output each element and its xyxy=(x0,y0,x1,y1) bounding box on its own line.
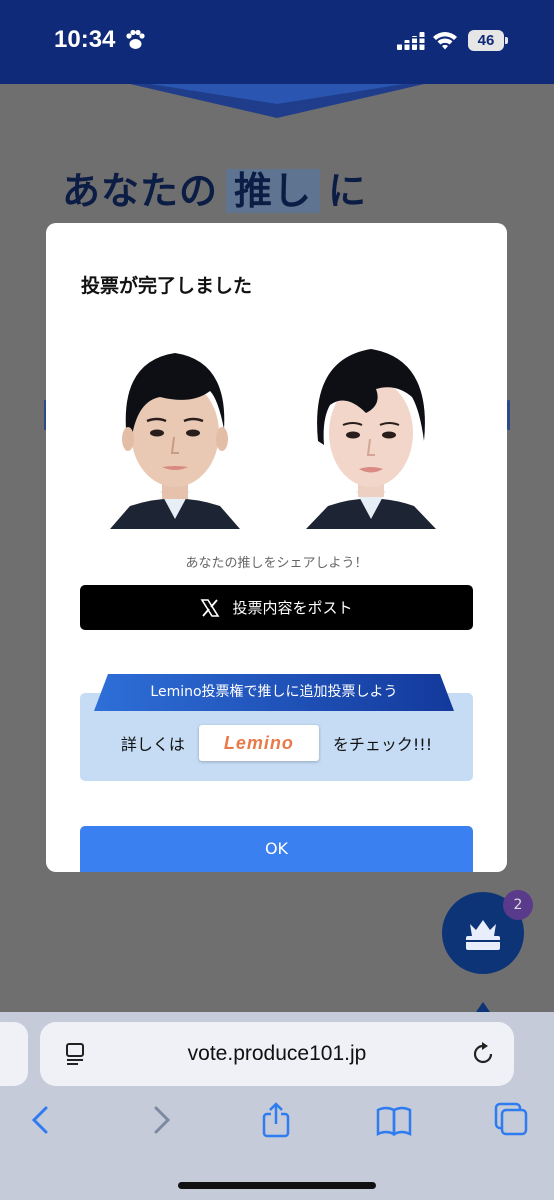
home-indicator xyxy=(178,1182,376,1189)
share-icon[interactable] xyxy=(256,1100,296,1140)
page-heading: あなたの 推しに xyxy=(62,160,367,215)
bookmarks-icon[interactable] xyxy=(374,1100,414,1140)
page-heading-highlight: 推し xyxy=(226,169,321,213)
modal-title: 投票が完了しました xyxy=(81,275,253,297)
tabs-icon[interactable] xyxy=(492,1100,532,1140)
page-heading-part1: あなたの xyxy=(62,169,219,213)
fab-badge: 2 xyxy=(503,890,533,920)
url-text: vote.produce101.jp xyxy=(187,1042,367,1065)
vote-complete-modal: 投票が完了しました あなたの推しをシェアしよう！ 投票内容をポスト Lemino… xyxy=(46,223,507,872)
lemino-suffix: をチェック!!! xyxy=(332,735,433,754)
lemino-logo-link[interactable]: Lemino xyxy=(198,725,319,761)
crown-box-icon xyxy=(466,920,500,950)
page-heading-part2: に xyxy=(328,169,368,213)
header-chevron xyxy=(130,84,424,118)
x-logo-icon xyxy=(201,598,220,617)
back-icon[interactable] xyxy=(22,1100,62,1140)
browser-toolbar xyxy=(0,1100,554,1144)
trainee-photo-2 xyxy=(296,341,446,529)
status-bar: 10:34 46 xyxy=(0,0,554,84)
browser-chrome: vote.produce101.jp xyxy=(0,1012,554,1200)
post-to-x-button[interactable]: 投票内容をポスト xyxy=(80,585,473,630)
ok-button[interactable]: OK xyxy=(80,826,473,872)
lemino-prefix: 詳しくは xyxy=(120,735,185,754)
battery-tip xyxy=(505,37,508,44)
address-bar[interactable]: vote.produce101.jp xyxy=(40,1022,514,1086)
lemino-ribbon-text: Lemino投票権で推しに追加投票しよう xyxy=(150,684,398,700)
reload-icon[interactable] xyxy=(470,1041,496,1067)
battery-level: 46 xyxy=(468,30,504,51)
share-prompt: あなたの推しをシェアしよう！ xyxy=(185,556,368,571)
trainee-photo-1 xyxy=(100,341,250,529)
previous-tab-edge[interactable] xyxy=(0,1022,28,1086)
status-time: 10:34 xyxy=(54,26,116,53)
wifi-icon xyxy=(433,32,457,50)
paw-icon xyxy=(126,29,145,49)
forward-icon[interactable] xyxy=(140,1100,180,1140)
fab-pointer xyxy=(476,1002,490,1012)
signal-icon xyxy=(397,32,425,50)
lemino-row: 詳しくは Lemino をチェック!!! xyxy=(80,723,473,763)
post-button-label: 投票内容をポスト xyxy=(232,599,353,617)
battery-icon: 46 xyxy=(468,30,508,52)
